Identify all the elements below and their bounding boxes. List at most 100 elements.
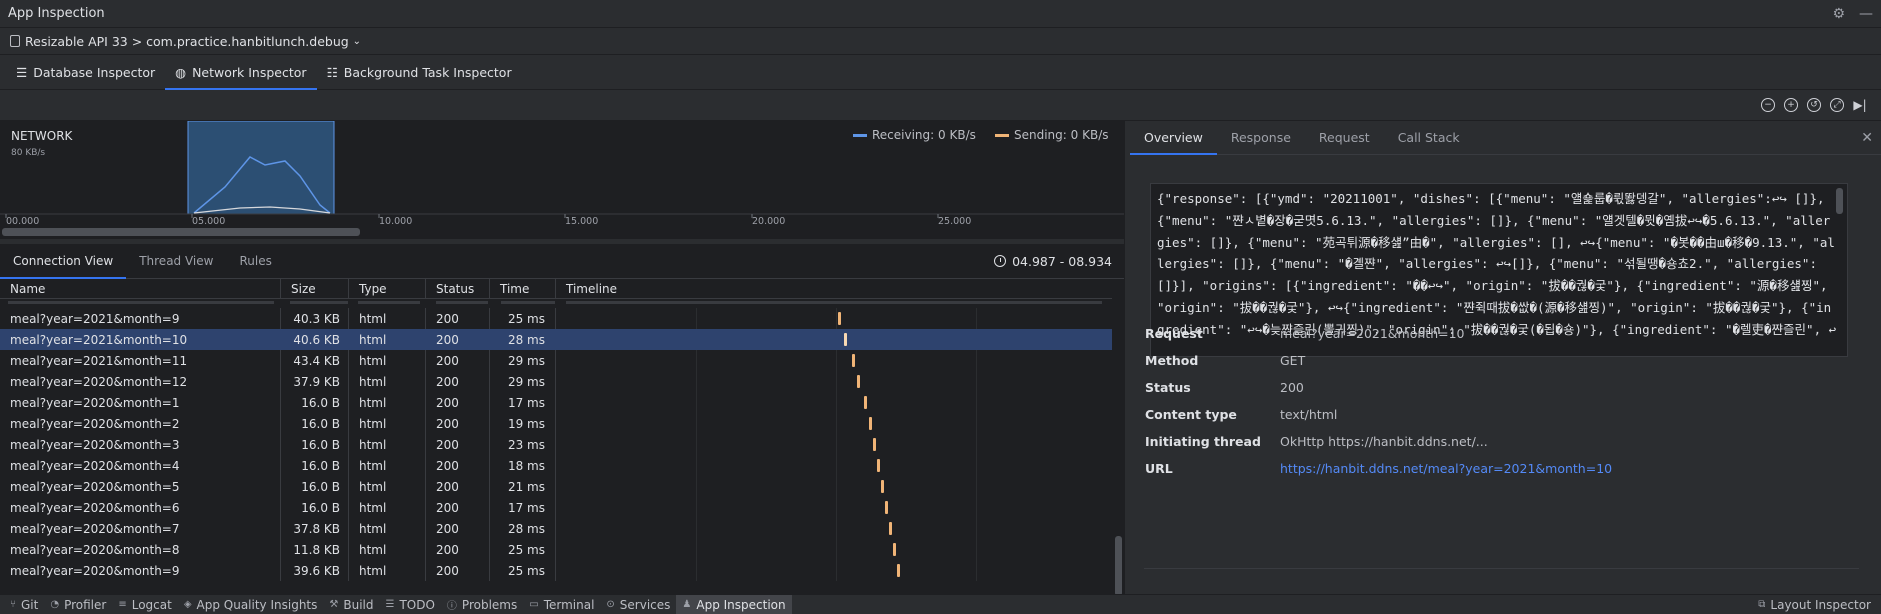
table-row[interactable]: meal?year=2020&month=7 37.8 KB html 200 28 m…: [0, 518, 1112, 539]
x-tick-label: 10.000: [379, 216, 413, 227]
column-time[interactable]: Time: [490, 279, 556, 298]
timeline-gridline: [696, 413, 697, 434]
table-row[interactable]: meal?year=2021&month=10 40.6 KB html 200 28 …: [0, 329, 1112, 350]
tab-background-task-inspector[interactable]: ☷ Background Task Inspector: [317, 55, 522, 90]
tab-connection-view[interactable]: Connection View: [0, 244, 127, 279]
tab-overview[interactable]: Overview: [1130, 121, 1217, 155]
timeline-bar: [857, 375, 860, 388]
property-value: 200: [1280, 380, 1304, 395]
list-icon: ☷: [326, 64, 338, 80]
tab-thread-view[interactable]: Thread View: [126, 244, 226, 279]
tool-build[interactable]: ⚒ Build: [323, 595, 379, 614]
url-link[interactable]: https://hanbit.ddns.net/meal?year=2021&m…: [1280, 461, 1612, 476]
cell-status: 200: [426, 539, 490, 560]
tool-layout-inspector[interactable]: ⧉ Layout Inspector: [1752, 595, 1877, 614]
tool-git[interactable]: ⑂ Git: [4, 595, 44, 614]
property-url: URL https://hanbit.ddns.net/meal?year=20…: [1145, 455, 1865, 482]
table-row[interactable]: meal?year=2020&month=3 16.0 Bhtml 200 23 ms: [0, 434, 1112, 455]
tab-request[interactable]: Request: [1305, 121, 1384, 155]
timeline-bar: [877, 459, 880, 472]
cell-size: 40.6 KB: [281, 329, 349, 350]
column-type[interactable]: Type: [349, 279, 426, 298]
device-selector[interactable]: Resizable API 33 > com.practice.hanbitlu…: [0, 28, 1881, 55]
table-row[interactable]: meal?year=2020&month=2 16.0 Bhtml 200 19 ms: [0, 413, 1112, 434]
tab-response[interactable]: Response: [1217, 121, 1305, 155]
cell-size: 16.0 B: [281, 392, 349, 413]
table-row[interactable]: meal?year=2020&month=12 37.9 KB html 200 29 …: [0, 371, 1112, 392]
table-row[interactable]: meal?year=2020&month=5 16.0 Bhtml 200 21 ms: [0, 476, 1112, 497]
cell-name: meal?year=2020&month=6: [0, 497, 281, 518]
tool-label: Profiler: [64, 597, 107, 612]
title-bar: App Inspection ⚙ —: [0, 0, 1881, 28]
gear-icon[interactable]: ⚙: [1832, 6, 1845, 22]
cell-status: 200: [426, 455, 490, 476]
reset-zoom-icon[interactable]: ↺: [1807, 98, 1821, 112]
cell-timeline: [556, 413, 1112, 434]
zoom-in-icon[interactable]: +: [1784, 98, 1798, 112]
tool-label: Layout Inspector: [1770, 597, 1871, 612]
cell-timeline: [556, 371, 1112, 392]
tool-terminal[interactable]: ▭ Terminal: [523, 595, 600, 614]
tool-todo[interactable]: ☰ TODO: [379, 595, 440, 614]
tool-label: Build: [343, 597, 374, 612]
timeline-gridline: [836, 308, 837, 329]
problems-icon: ⓘ: [446, 601, 457, 612]
tab-rules[interactable]: Rules: [226, 244, 284, 279]
table-row[interactable]: meal?year=2020&month=4 16.0 Bhtml 200 18 ms: [0, 455, 1112, 476]
tool-app-inspection[interactable]: ♟ App Inspection: [676, 594, 792, 614]
terminal-icon: ▭: [529, 599, 539, 610]
tool-label: Terminal: [543, 597, 595, 612]
initiating-thread-link[interactable]: OkHttp https://hanbit.ddns.net/...: [1280, 434, 1488, 449]
cell-size: 39.6 KB: [281, 560, 349, 581]
connection-view-tabs: Connection View Thread View Rules 04.987…: [0, 244, 1124, 279]
timeline-gridline: [836, 371, 837, 392]
go-live-icon[interactable]: ▶|: [1853, 98, 1867, 112]
tool-services[interactable]: ⊙ Services: [600, 595, 676, 614]
tab-network-inspector[interactable]: ◍ Network Inspector: [165, 55, 317, 90]
cell-size: 16.0 B: [281, 455, 349, 476]
tool-app-quality-insights[interactable]: ◈ App Quality Insights: [178, 595, 324, 614]
table-row[interactable]: meal?year=2020&month=1 16.0 Bhtml 200 17 ms: [0, 392, 1112, 413]
close-icon[interactable]: ✕: [1861, 130, 1873, 146]
response-scrollbar[interactable]: [1836, 188, 1843, 214]
cell-timeline: [556, 560, 1112, 581]
table-row[interactable]: meal?year=2020&month=8 11.8 KB html 200 25 m…: [0, 539, 1112, 560]
table-row[interactable]: meal?year=2020&month=9 39.6 KB html 200 25 m…: [0, 560, 1112, 581]
timeline-gridline: [976, 392, 977, 413]
column-size[interactable]: Size: [281, 279, 349, 298]
timeline-gridline: [696, 455, 697, 476]
build-icon: ⚒: [329, 599, 339, 610]
table-row[interactable]: meal?year=2021&month=11 43.4 KB html 200 29 …: [0, 350, 1112, 371]
column-timeline[interactable]: Timeline: [556, 279, 1112, 298]
minimize-icon[interactable]: —: [1859, 6, 1873, 22]
cell-time: 28 ms: [490, 329, 556, 350]
tool-problems[interactable]: ⓘ Problems: [441, 595, 523, 614]
tab-call-stack[interactable]: Call Stack: [1384, 121, 1474, 155]
tab-database-inspector[interactable]: ☰ Database Inspector: [6, 55, 165, 90]
column-status[interactable]: Status: [426, 279, 490, 298]
zoom-to-selection-icon[interactable]: ⤢: [1830, 98, 1844, 112]
column-name[interactable]: Name: [0, 279, 281, 298]
cell-timeline: [556, 308, 1112, 329]
table-scrollbar[interactable]: [1115, 536, 1122, 596]
zoom-out-icon[interactable]: −: [1761, 98, 1775, 112]
timeline-gridline: [976, 476, 977, 497]
network-chart[interactable]: NETWORK 80 KB/s Receiving: 0 KB/s Sendin…: [0, 121, 1124, 239]
x-tick-label: 15.000: [565, 216, 599, 227]
timeline-gridline: [976, 434, 977, 455]
timeline-gridline: [976, 497, 977, 518]
tool-logcat[interactable]: ≡ Logcat: [112, 595, 177, 614]
table-row[interactable]: meal?year=2021&month=9 40.3 KB html 200 25 m…: [0, 308, 1112, 329]
tool-label: TODO: [399, 597, 435, 612]
cell-status: 200: [426, 392, 490, 413]
logcat-icon: ≡: [118, 599, 127, 610]
cell-time: 17 ms: [490, 392, 556, 413]
header-underline: [0, 299, 1112, 308]
tool-profiler[interactable]: ◔ Profiler: [44, 595, 112, 614]
network-toolbar: − + ↺ ⤢ ▶|: [0, 90, 1881, 121]
table-row[interactable]: meal?year=2020&month=6 16.0 Bhtml 200 17 ms: [0, 497, 1112, 518]
timeline-gridline: [976, 308, 977, 329]
timeline-scrollbar[interactable]: [2, 228, 360, 236]
cell-type: html: [349, 560, 426, 581]
tab-label: Network Inspector: [192, 64, 307, 80]
